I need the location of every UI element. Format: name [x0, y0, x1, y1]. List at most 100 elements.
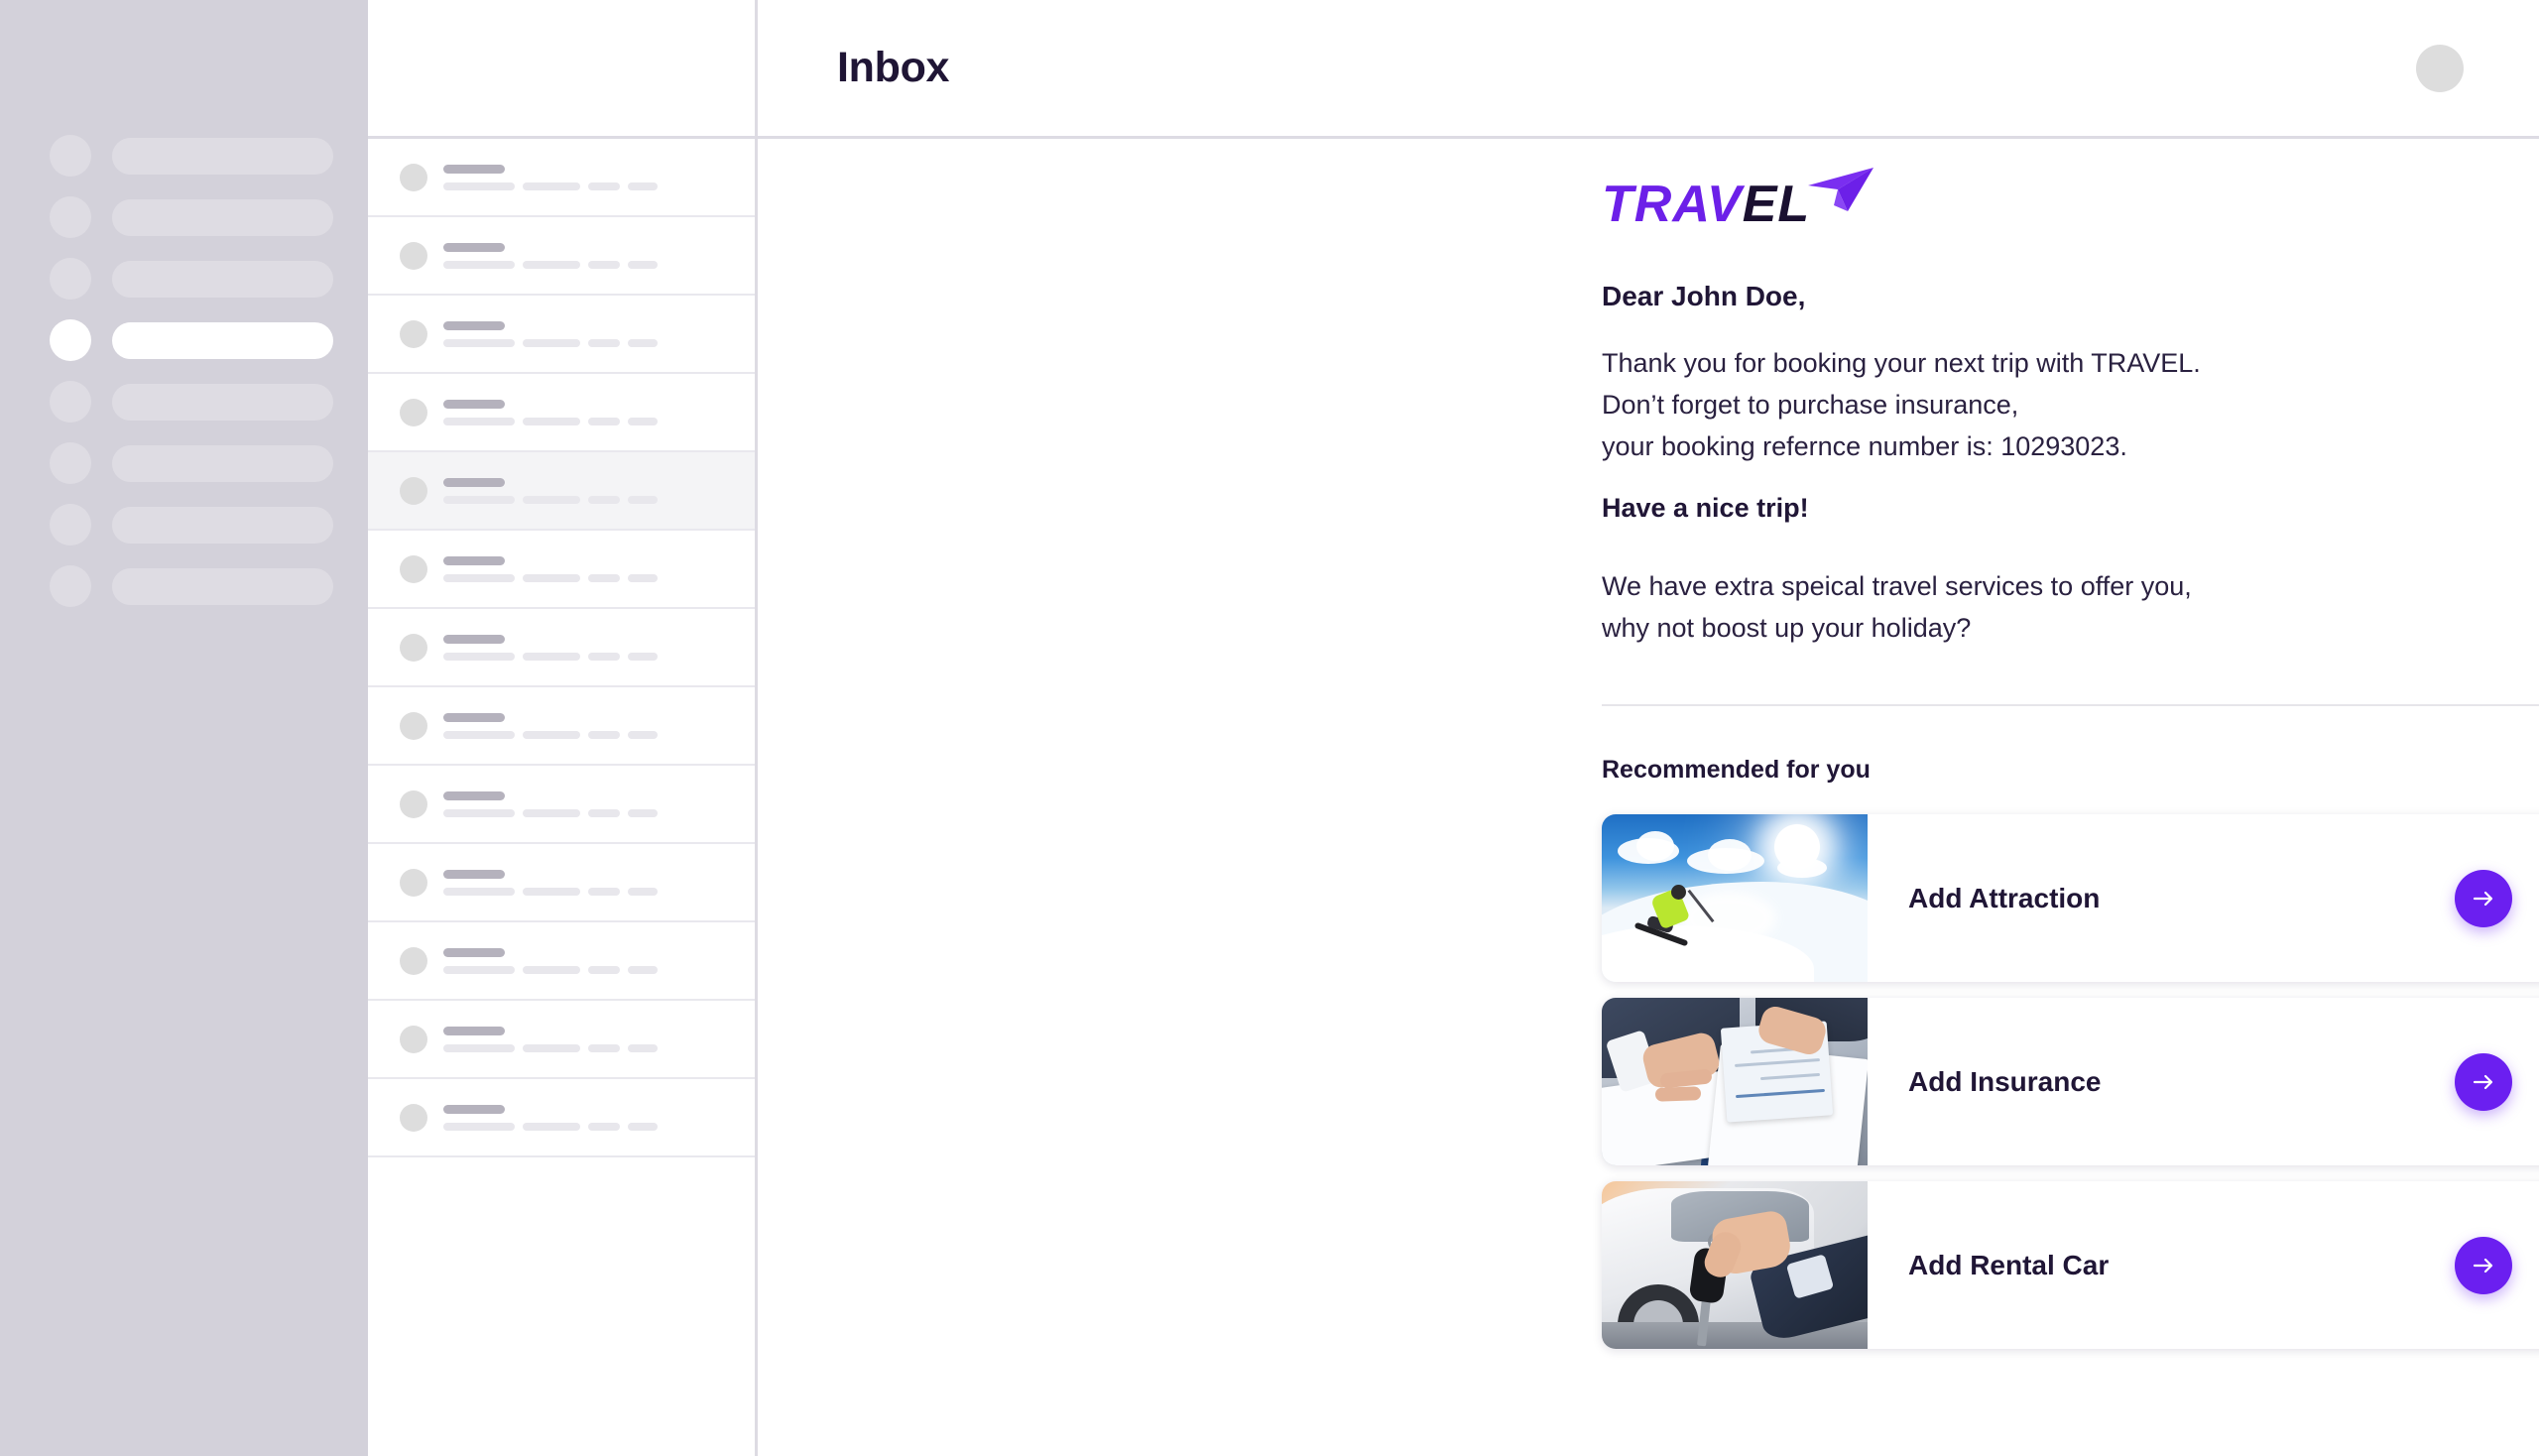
- recommendation-card-rental-car[interactable]: Add Rental Car: [1602, 1181, 2539, 1349]
- add-attraction-arrow-button[interactable]: [2455, 869, 2512, 927]
- sidebar-item-label-placeholder: [112, 444, 333, 482]
- snippet-segment: [588, 573, 620, 582]
- snippet-segment: [588, 965, 620, 974]
- snippet-segment: [628, 338, 658, 347]
- message-list-item[interactable]: [368, 766, 755, 844]
- message-subject-placeholder: [443, 1104, 505, 1114]
- message-list-item[interactable]: [368, 609, 755, 687]
- message-list-item[interactable]: [368, 844, 755, 922]
- message-list-item[interactable]: [368, 1079, 755, 1157]
- snippet-segment: [588, 417, 620, 425]
- sidebar-item-4-active[interactable]: [0, 319, 368, 361]
- message-list-item[interactable]: [368, 296, 755, 374]
- message-list-item-selected[interactable]: [368, 452, 755, 531]
- snippet-segment: [523, 495, 580, 504]
- avatar: [400, 711, 427, 740]
- email-closing: Have a nice trip!: [1602, 493, 1809, 523]
- snippet-segment: [588, 182, 620, 190]
- sidebar-item-8[interactable]: [0, 565, 368, 607]
- snippet-segment: [443, 417, 515, 425]
- snippet-segment: [588, 887, 620, 896]
- avatar: [400, 1103, 427, 1132]
- message-list-item[interactable]: [368, 374, 755, 452]
- brand-wordmark: TRAVEL: [1602, 174, 1810, 235]
- arrow-right-icon: [2473, 891, 2493, 906]
- recommended-heading: Recommended for you: [1602, 756, 1871, 784]
- message-list-item[interactable]: [368, 922, 755, 1001]
- sidebar-item-label-placeholder: [112, 198, 333, 236]
- recommendation-label: Add Rental Car: [1908, 1249, 2110, 1280]
- sidebar-nav-rail: [0, 0, 368, 1456]
- recommendation-label: Add Attraction: [1908, 882, 2101, 913]
- message-subject-placeholder: [443, 477, 505, 487]
- sidebar-item-label-placeholder: [112, 506, 333, 544]
- snippet-segment: [628, 965, 658, 974]
- snippet-segment: [523, 182, 580, 190]
- snippet-segment: [588, 495, 620, 504]
- message-preview-placeholder: [443, 1026, 658, 1052]
- snippet-segment: [628, 1122, 658, 1131]
- avatar: [400, 1025, 427, 1053]
- message-subject-placeholder: [443, 399, 505, 409]
- add-insurance-arrow-button[interactable]: [2455, 1052, 2512, 1111]
- paragraph-1-line-3: your booking refernce number is: 1029302…: [1602, 431, 2127, 461]
- email-body: TRAVEL Dear John Doe, Thank you for book…: [1602, 168, 2539, 1349]
- message-list-item[interactable]: [368, 217, 755, 296]
- reading-pane: Inbox TRAVEL Dear John Doe, Thank you fo…: [758, 0, 2539, 1456]
- message-preview-placeholder: [443, 320, 658, 347]
- sidebar-item-7[interactable]: [0, 504, 368, 546]
- email-greeting: Dear John Doe,: [1602, 281, 1806, 311]
- message-snippet-placeholder: [443, 1043, 658, 1052]
- sidebar-item-icon-placeholder: [50, 381, 91, 423]
- snippet-segment: [523, 1122, 580, 1131]
- arrow-right-icon: [2473, 1074, 2493, 1089]
- add-rental-car-arrow-button[interactable]: [2455, 1236, 2512, 1294]
- snippet-segment: [628, 260, 658, 269]
- sidebar-item-6[interactable]: [0, 442, 368, 484]
- snippet-segment: [443, 182, 515, 190]
- sidebar-item-2[interactable]: [0, 196, 368, 238]
- message-subject-placeholder: [443, 164, 505, 174]
- snippet-segment: [588, 808, 620, 817]
- message-list-item[interactable]: [368, 531, 755, 609]
- snippet-segment: [628, 573, 658, 582]
- sidebar-item-icon-placeholder: [50, 565, 91, 607]
- message-preview-placeholder: [443, 399, 658, 425]
- message-list-item[interactable]: [368, 687, 755, 766]
- user-avatar[interactable]: [2416, 44, 2464, 92]
- message-preview-placeholder: [443, 1104, 658, 1131]
- message-list-item[interactable]: [368, 1001, 755, 1079]
- snippet-segment: [628, 182, 658, 190]
- avatar: [400, 241, 427, 270]
- snippet-segment: [628, 417, 658, 425]
- sidebar-item-1[interactable]: [0, 135, 368, 177]
- snippet-segment: [443, 965, 515, 974]
- recommendation-card-attraction[interactable]: Add Attraction: [1602, 814, 2539, 982]
- avatar: [400, 789, 427, 818]
- avatar: [400, 163, 427, 191]
- snippet-segment: [523, 417, 580, 425]
- message-preview-placeholder: [443, 164, 658, 190]
- snippet-segment: [628, 808, 658, 817]
- message-preview-placeholder: [443, 790, 658, 817]
- message-subject-placeholder: [443, 555, 505, 565]
- sidebar-item-3[interactable]: [0, 258, 368, 300]
- recommendation-card-insurance[interactable]: Add Insurance: [1602, 998, 2539, 1165]
- sidebar-item-icon-placeholder: [50, 258, 91, 300]
- paragraph-1-line-2: Don’t forget to purchase insurance,: [1602, 390, 2019, 420]
- message-list-item[interactable]: [368, 139, 755, 217]
- snippet-segment: [443, 573, 515, 582]
- insurance-paperwork-photo: [1602, 998, 1868, 1165]
- sidebar-item-label-placeholder: [112, 321, 333, 359]
- message-list-column: [368, 0, 758, 1456]
- car-keys-photo: [1602, 1181, 1868, 1349]
- sidebar-skeleton-list: [0, 135, 368, 607]
- message-snippet-placeholder: [443, 260, 658, 269]
- sidebar-item-icon-placeholder: [50, 135, 91, 177]
- message-snippet-placeholder: [443, 1122, 658, 1131]
- sidebar-item-5[interactable]: [0, 381, 368, 423]
- message-subject-placeholder: [443, 947, 505, 957]
- avatar: [400, 946, 427, 975]
- message-preview-placeholder: [443, 869, 658, 896]
- snippet-segment: [628, 730, 658, 739]
